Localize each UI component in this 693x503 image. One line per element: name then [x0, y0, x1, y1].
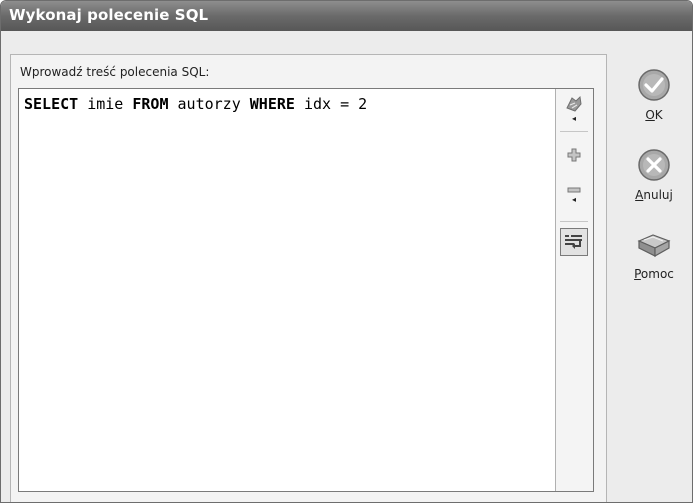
cancel-button[interactable]: Anuluj — [624, 148, 684, 202]
ok-label-rest: K — [654, 108, 663, 122]
word-wrap-icon — [565, 235, 582, 249]
sql-dialog-window: Wykonaj polecenie SQL Wprowadź treść pol… — [0, 0, 693, 503]
sql-keyword: SELECT — [24, 95, 79, 113]
history-icon — [566, 95, 582, 112]
sql-code[interactable]: SELECT imie FROM autorzy WHERE idx = 2 — [24, 95, 367, 113]
cancel-button-label: Anuluj — [635, 188, 673, 202]
remove-icon — [567, 187, 581, 193]
toolstrip-divider — [560, 131, 588, 132]
sql-text: imie — [78, 95, 133, 113]
cancel-label-rest: nuluj — [643, 188, 673, 202]
book-icon — [637, 234, 671, 258]
help-button[interactable]: Pomoc — [624, 231, 684, 281]
help-mnemonic: P — [634, 267, 641, 281]
help-button-label: Pomoc — [634, 267, 674, 281]
add-icon — [567, 148, 581, 162]
sql-keyword: WHERE — [249, 95, 295, 113]
history-button[interactable]: ◂ — [560, 91, 588, 125]
sql-keyword: FROM — [132, 95, 169, 113]
add-button[interactable] — [560, 144, 588, 178]
dropdown-arrow-icon: ◂ — [571, 195, 576, 204]
dialog-client-area: Wprowadź treść polecenia SQL: SELECT imi… — [1, 31, 692, 502]
editor-toolstrip: ◂ ◂ — [555, 89, 593, 491]
help-label-rest: omoc — [640, 267, 674, 281]
sql-editor[interactable]: SELECT imie FROM autorzy WHERE idx = 2 ◂ — [18, 88, 594, 492]
sql-text: autorzy — [168, 95, 250, 113]
toolstrip-divider — [560, 221, 588, 222]
cross-icon — [638, 149, 670, 181]
ok-mnemonic: O — [645, 108, 655, 122]
window-title: Wykonaj polecenie SQL — [9, 6, 209, 24]
check-icon — [638, 69, 670, 101]
ok-button-label: OK — [645, 108, 662, 122]
ok-button[interactable]: OK — [624, 68, 684, 122]
sql-text: idx = 2 — [294, 95, 368, 113]
title-bar[interactable]: Wykonaj polecenie SQL — [1, 1, 692, 31]
word-wrap-button[interactable] — [560, 228, 588, 256]
remove-button[interactable]: ◂ — [560, 182, 588, 216]
dropdown-arrow-icon: ◂ — [571, 114, 576, 123]
sql-prompt-label: Wprowadź treść polecenia SQL: — [20, 65, 210, 79]
